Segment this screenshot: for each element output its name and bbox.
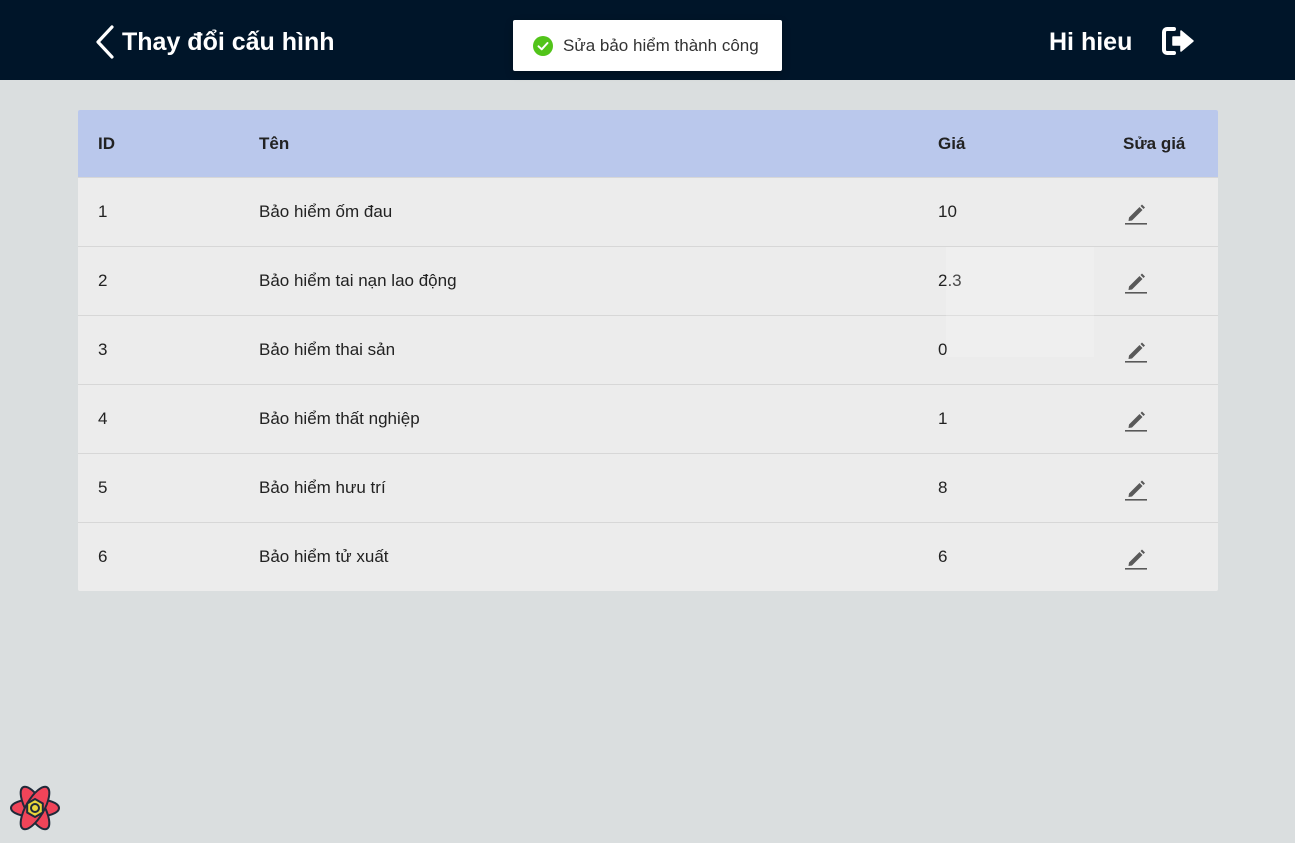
logout-icon bbox=[1162, 27, 1194, 55]
page-title: Thay đổi cấu hình bbox=[122, 28, 335, 56]
table-row: 4 Bảo hiểm thất nghiệp 1 bbox=[78, 384, 1218, 453]
react-logo-icon bbox=[10, 785, 60, 831]
user-greeting: Hi hieu bbox=[1049, 28, 1133, 56]
row-name: Bảo hiểm tử xuất bbox=[259, 547, 389, 566]
logout-button[interactable] bbox=[1162, 26, 1196, 56]
table-row: 6 Bảo hiểm tử xuất 6 bbox=[78, 522, 1218, 591]
success-toast: Sửa bảo hiểm thành công bbox=[513, 20, 782, 71]
edit-price-button[interactable] bbox=[1124, 339, 1148, 363]
edit-price-button[interactable] bbox=[1124, 477, 1148, 501]
row-price: 6 bbox=[938, 547, 948, 566]
row-id: 3 bbox=[98, 340, 108, 359]
pencil-icon bbox=[1125, 204, 1147, 225]
row-price: 10 bbox=[938, 202, 957, 221]
column-header-price: Giá bbox=[938, 134, 966, 153]
row-name: Bảo hiểm thai sản bbox=[259, 340, 396, 359]
pencil-icon bbox=[1125, 411, 1147, 432]
edit-price-button[interactable] bbox=[1124, 270, 1148, 294]
row-name: Bảo hiểm ốm đau bbox=[259, 202, 393, 221]
row-id: 2 bbox=[98, 271, 108, 290]
row-price: 1 bbox=[938, 409, 948, 428]
column-header-id: ID bbox=[98, 134, 115, 153]
edit-price-button[interactable] bbox=[1124, 408, 1148, 432]
table-header: ID Tên Giá Sửa giá bbox=[78, 110, 1218, 177]
column-header-edit: Sửa giá bbox=[1123, 134, 1186, 153]
react-devtools-button[interactable] bbox=[9, 784, 61, 832]
edit-price-button[interactable] bbox=[1124, 546, 1148, 570]
column-header-name: Tên bbox=[259, 134, 290, 153]
row-price: 8 bbox=[938, 478, 948, 497]
pencil-icon bbox=[1125, 480, 1147, 501]
row-name: Bảo hiểm thất nghiệp bbox=[259, 409, 420, 428]
insurance-table: ID Tên Giá Sửa giá 1 Bảo hiểm ốm đau 10 … bbox=[78, 110, 1218, 591]
pencil-icon bbox=[1125, 549, 1147, 570]
row-name: Bảo hiểm tai nạn lao động bbox=[259, 271, 457, 290]
toast-message: Sửa bảo hiểm thành công bbox=[563, 35, 759, 55]
pencil-icon bbox=[1125, 342, 1147, 363]
row-id: 4 bbox=[98, 409, 108, 428]
pencil-icon bbox=[1125, 273, 1147, 294]
check-circle-icon bbox=[533, 35, 553, 56]
edit-price-button[interactable] bbox=[1124, 201, 1148, 225]
table-row: 5 Bảo hiểm hưu trí 8 bbox=[78, 453, 1218, 522]
fading-modal-ghost bbox=[946, 247, 1094, 357]
back-button[interactable]: Thay đổi cấu hình bbox=[94, 22, 335, 62]
table-row: 1 Bảo hiểm ốm đau 10 bbox=[78, 177, 1218, 246]
row-id: 6 bbox=[98, 547, 108, 566]
row-id: 1 bbox=[98, 202, 108, 221]
row-name: Bảo hiểm hưu trí bbox=[259, 478, 386, 497]
chevron-left-icon bbox=[96, 25, 114, 59]
row-id: 5 bbox=[98, 478, 108, 497]
